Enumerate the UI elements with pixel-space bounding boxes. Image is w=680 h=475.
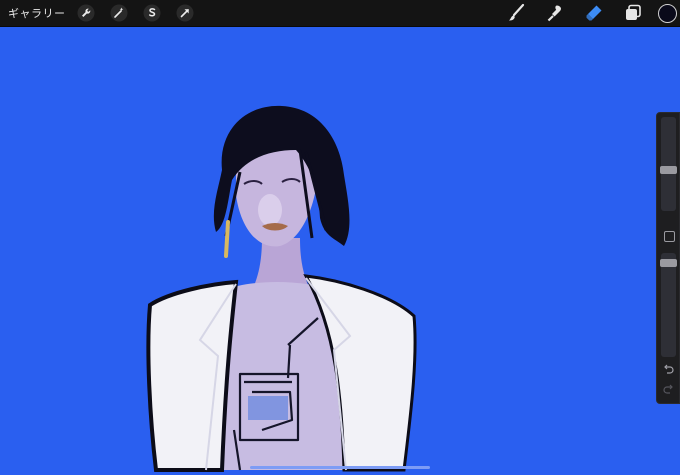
brush-sidebar (656, 112, 680, 404)
smudge-button[interactable] (544, 2, 566, 24)
gallery-button[interactable]: ギャラリー (8, 5, 66, 21)
adjustments-button[interactable] (109, 3, 129, 23)
selection-s-icon (143, 4, 160, 22)
selection-button[interactable] (142, 3, 162, 23)
modify-button[interactable] (664, 231, 675, 242)
actions-button[interactable] (76, 3, 96, 23)
brush-size-thumb[interactable] (660, 166, 677, 174)
eraser-icon (586, 5, 602, 21)
undo-icon[interactable] (662, 363, 675, 376)
eraser-button[interactable] (583, 2, 605, 24)
home-indicator (250, 466, 430, 469)
layers-button[interactable] (622, 2, 644, 24)
magic-wand-icon (110, 4, 127, 22)
transform-button[interactable] (175, 3, 195, 23)
artwork-sketch-fill (248, 396, 288, 420)
smudge-icon (547, 5, 561, 22)
artwork-jacket-left (146, 279, 239, 472)
brush-icon (509, 3, 525, 21)
layers-icon (626, 4, 641, 20)
redo-icon[interactable] (662, 383, 675, 396)
wrench-icon (77, 4, 94, 22)
top-toolbar: ギャラリー (0, 0, 680, 27)
artwork-earring (224, 220, 230, 258)
transform-arrow-icon (176, 4, 193, 22)
brush-button[interactable] (505, 2, 527, 24)
brush-size-slider[interactable] (660, 117, 677, 211)
drawing-canvas[interactable] (0, 27, 680, 475)
color-swatch-button[interactable] (658, 3, 677, 23)
artwork-face-highlight (258, 194, 282, 226)
opacity-slider[interactable] (660, 253, 677, 357)
opacity-thumb[interactable] (660, 259, 677, 267)
